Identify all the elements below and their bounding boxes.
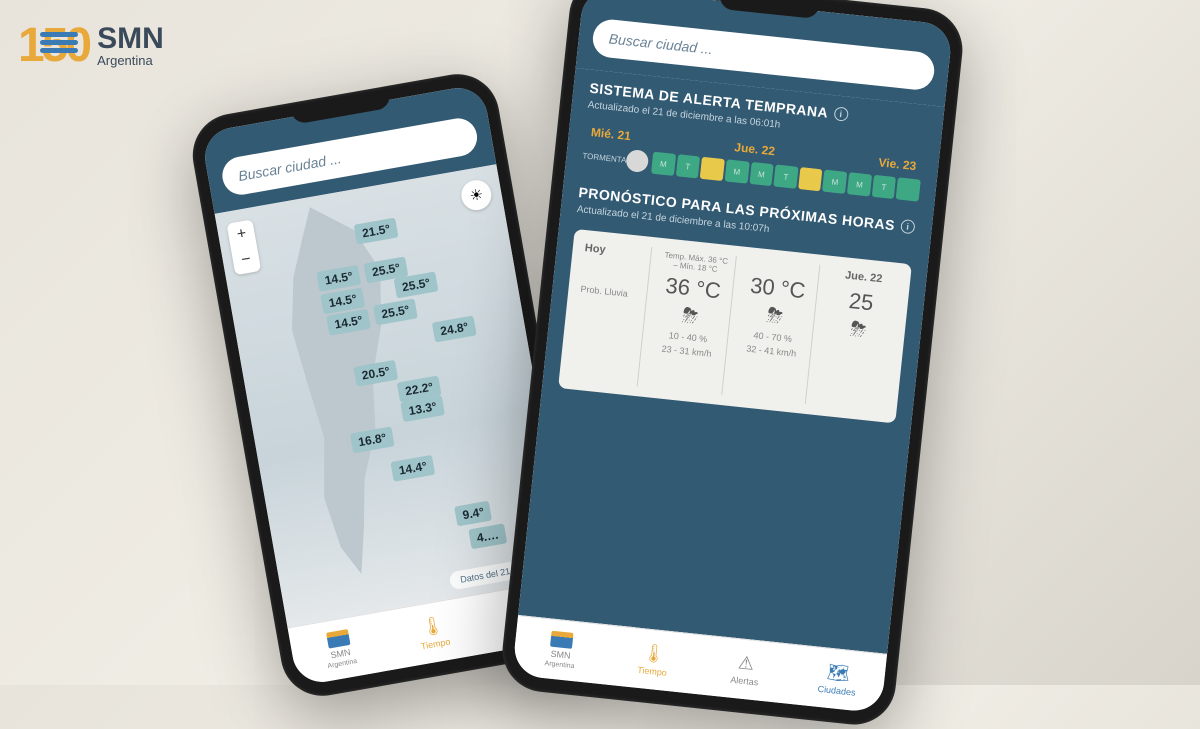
alert-slider-head[interactable] [625,149,649,173]
thermometer-icon: 🌡 [420,614,446,639]
storm-icon: ⛈ [655,302,726,332]
nav-tiempo[interactable]: 🌡 Tiempo [604,626,702,694]
alert-cell[interactable] [896,177,921,201]
search-placeholder: Buscar ciudad ... [237,150,342,184]
temp-badge[interactable]: 21.5° [354,218,399,245]
info-icon[interactable]: i [900,219,915,234]
alert-cell[interactable]: M [749,162,774,186]
forecast-today-col: Hoy Prob. Lluvia [567,240,653,387]
temp-badge[interactable]: 24.8° [432,315,477,342]
search-placeholder: Buscar ciudad ... [608,30,713,57]
map-zoom-controls: + − [227,219,262,275]
alert-cell[interactable] [798,167,823,191]
forecast-col-1[interactable]: Temp. Máx. 36 °C – Mín. 18 °C 36 °C ⛈ 10… [644,248,736,395]
zoom-out-button[interactable]: − [231,245,261,275]
alert-cell[interactable]: T [676,154,701,178]
alert-cell[interactable]: M [725,159,750,183]
map-icon: 🗺 [826,662,851,685]
storm-icon: ⛈ [739,302,810,332]
info-icon[interactable]: i [833,106,848,121]
alert-cell[interactable] [700,157,725,181]
logo-number: 150 [18,18,89,73]
nav-ciudades[interactable]: 🗺 Ciudades [789,645,887,713]
phone-mockup-alerts: Buscar ciudad ... SISTEMA DE ALERTA TEMP… [498,0,966,729]
nav-alertas[interactable]: ⚠ Alertas [696,635,794,703]
alert-cell[interactable]: M [847,172,872,196]
temp-badge[interactable]: 4.… [468,523,507,549]
alert-cell[interactable]: T [774,165,799,189]
thermometer-icon: 🌡 [641,642,666,665]
temp-badge[interactable]: 14.4° [390,455,435,482]
smn-logo-icon [326,629,350,649]
smn-logo-icon [550,631,574,649]
layer-toggle-button[interactable]: ☀ [459,178,494,213]
sun-icon: ☀ [468,185,484,205]
logo-name: SMN [97,24,164,54]
nav-smn[interactable]: SMN Argentina [512,616,610,684]
alert-cell[interactable]: M [823,170,848,194]
logo-waves-icon [40,32,78,54]
alert-cell[interactable]: M [651,152,676,176]
forecast-col-next[interactable]: Jue. 22 25 ⛈ [812,265,903,412]
alert-icon: ⚠ [737,652,755,675]
temp-badge[interactable]: 9.4° [454,501,492,527]
alert-cell[interactable]: T [872,175,897,199]
alert-row-label: TORMENTAS [582,151,623,164]
smn-150-logo: 150 SMN Argentina [18,18,164,73]
logo-country: Argentina [97,54,164,67]
forecast-card: Hoy Prob. Lluvia Temp. Máx. 36 °C – Mín.… [558,229,912,424]
forecast-col-2[interactable]: 30 °C ⛈ 40 - 70 % 32 - 41 km/h [728,257,820,404]
storm-icon: ⛈ [822,315,893,345]
